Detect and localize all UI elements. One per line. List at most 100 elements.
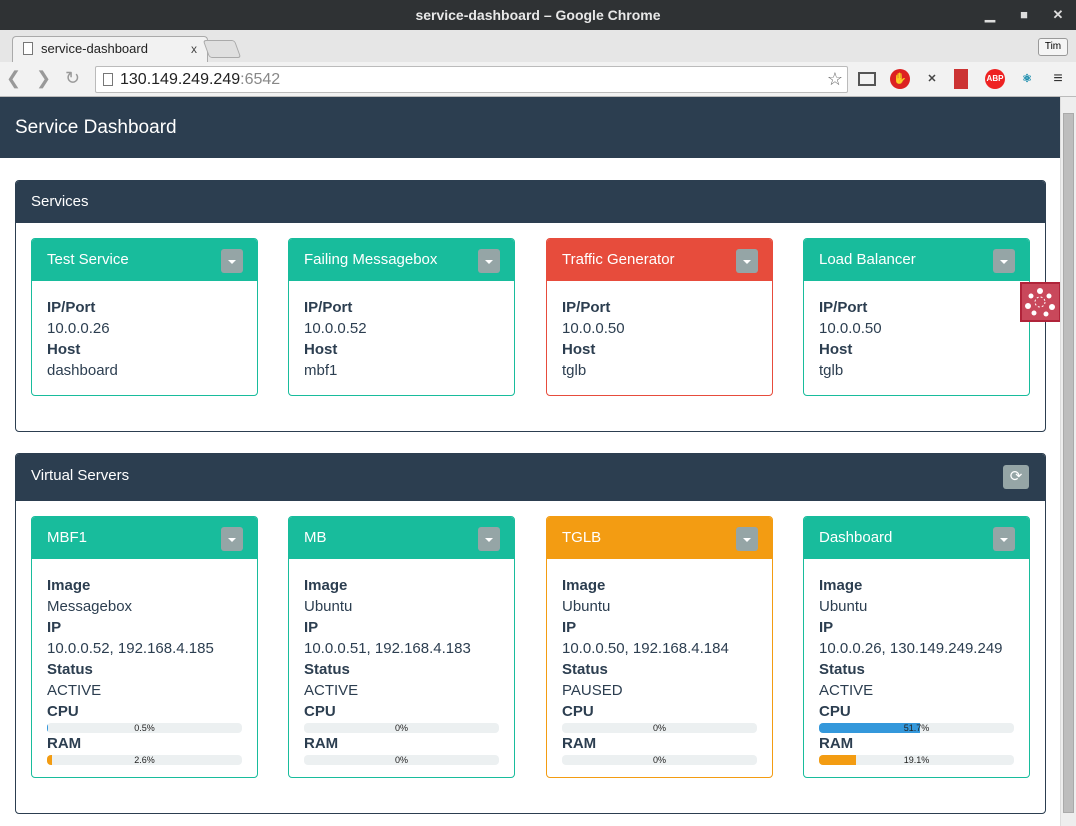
reload-button[interactable]: ↻ [65,68,80,89]
cpu-progress-bar: 0% [304,723,499,733]
ram-progress-fill [47,755,53,765]
host-value: tglb [562,362,587,379]
minimize-button[interactable]: ▁ [975,0,1005,30]
service-card: Traffic Generator IP/Port 10.0.0.50 Host tg… [546,238,773,396]
image-label: Image [304,577,348,594]
server-card-header: MB [289,517,514,559]
ram-percent: 19.1% [903,755,930,765]
navbar: Service Dashboard [0,97,1060,158]
server-card: MB Image Ubuntu IP 10.0.0.51, 192.168.4.18… [288,516,515,778]
window-title: service-dashboard – Google Chrome [415,7,661,23]
profile-button[interactable]: Tim [1038,38,1068,56]
forward-button[interactable]: ❯ [36,68,51,89]
dropdown-toggle-button[interactable] [993,527,1015,551]
service-card: Load Balancer IP/Port 10.0.0.50 Host tglb [803,238,1030,396]
image-value: Ubuntu [819,598,868,615]
url-port: :6542 [240,71,281,88]
bookmark-extension-icon[interactable] [954,69,968,89]
cpu-label: CPU [47,703,79,720]
dropdown-toggle-button[interactable] [478,249,500,273]
bookmark-star-icon[interactable]: ☆ [827,67,843,92]
close-window-button[interactable]: ✕ [1043,0,1073,30]
image-label: Image [819,577,863,594]
ram-progress-fill [819,755,857,765]
status-value: ACTIVE [304,682,359,699]
host-label: Host [819,341,853,358]
stop-extension-icon[interactable]: ✋ [890,69,910,89]
cpu-progress-bar: 0.5% [47,723,242,733]
server-name: TGLB [562,529,602,546]
ip-label: IP [47,619,62,636]
scrollbar-thumb[interactable] [1063,113,1074,813]
dropdown-toggle-button[interactable] [736,527,758,551]
status-value: ACTIVE [47,682,102,699]
back-button[interactable]: ❮ [6,68,21,89]
server-card-header: TGLB [547,517,772,559]
ram-progress-bar: 0% [562,755,757,765]
server-name: MBF1 [47,529,88,546]
service-card: Failing Messagebox IP/Port 10.0.0.52 Host m… [288,238,515,396]
services-panel-header: Services [16,181,1045,223]
browser-tab[interactable]: service-dashboard x [12,36,208,62]
panel-title: Services [31,193,89,210]
cpu-progress-fill [47,723,48,733]
refresh-icon[interactable]: ⟳ [1003,465,1029,489]
service-card-header: Load Balancer [804,239,1029,281]
ram-progress-bar: 0% [304,755,499,765]
server-card-header: MBF1 [32,517,257,559]
dropdown-toggle-button[interactable] [478,527,500,551]
cpu-progress-bar: 51.7% [819,723,1014,733]
browser-toolbar: ❮ ❯ ↻ 130.149.249.249:6542 ☆ ✋ ✕ ABP ⚛ ≡ [0,62,1076,97]
address-bar[interactable]: 130.149.249.249:6542 ☆ [95,66,848,93]
page-title: Service Dashboard [15,117,177,138]
ip-port-label: IP/Port [304,299,353,316]
image-value: Ubuntu [304,598,353,615]
new-tab-button[interactable] [202,40,242,58]
server-card: Dashboard Image Ubuntu IP 10.0.0.26, 130.1… [803,516,1030,778]
status-label: Status [304,661,350,678]
dropdown-toggle-button[interactable] [221,527,243,551]
extension-icon[interactable]: ⚛ [1017,69,1037,89]
service-name: Traffic Generator [562,251,675,268]
service-name: Test Service [47,251,129,268]
ip-value: 10.0.0.26, 130.149.249.249 [819,640,1003,657]
dropdown-toggle-button[interactable] [736,249,758,273]
network-extension-icon[interactable]: ✕ [922,69,942,89]
host-label: Host [304,341,338,358]
status-label: Status [562,661,608,678]
service-name: Load Balancer [819,251,916,268]
window-titlebar: service-dashboard – Google Chrome ▁ ■ ✕ [0,0,1076,30]
cpu-progress-bar: 0% [562,723,757,733]
cpu-label: CPU [562,703,594,720]
maximize-button[interactable]: ■ [1009,0,1039,30]
url-host: 130.149.249.249 [120,71,241,88]
tab-close-button[interactable]: x [191,37,197,61]
server-name: MB [304,529,327,546]
menu-icon[interactable]: ≡ [1048,69,1068,89]
page: Service Dashboard Services Test Service … [0,97,1060,826]
service-card-header: Failing Messagebox [289,239,514,281]
cpu-label: CPU [304,703,336,720]
ram-label: RAM [819,735,854,752]
adblock-icon[interactable]: ABP [985,69,1005,89]
server-card: TGLB Image Ubuntu IP 10.0.0.50, 192.168.4.… [546,516,773,778]
floating-widget-icon[interactable] [1020,282,1061,322]
server-name: Dashboard [819,529,893,546]
ip-label: IP [819,619,834,636]
ip-port-label: IP/Port [47,299,96,316]
page-icon [23,42,33,55]
cpu-percent: 0.5% [134,723,155,733]
status-label: Status [47,661,93,678]
ram-label: RAM [47,735,82,752]
cast-icon[interactable] [858,72,876,86]
ram-percent: 0% [652,755,666,765]
tab-title: service-dashboard [41,41,148,56]
ip-label: IP [562,619,577,636]
cpu-percent: 0% [652,723,666,733]
dropdown-toggle-button[interactable] [993,249,1015,273]
dropdown-toggle-button[interactable] [221,249,243,273]
service-name: Failing Messagebox [304,251,438,268]
tab-strip: service-dashboard x Tim [0,30,1076,62]
scrollbar[interactable] [1060,97,1076,826]
service-card: Test Service IP/Port 10.0.0.26 Host dashboa… [31,238,258,396]
